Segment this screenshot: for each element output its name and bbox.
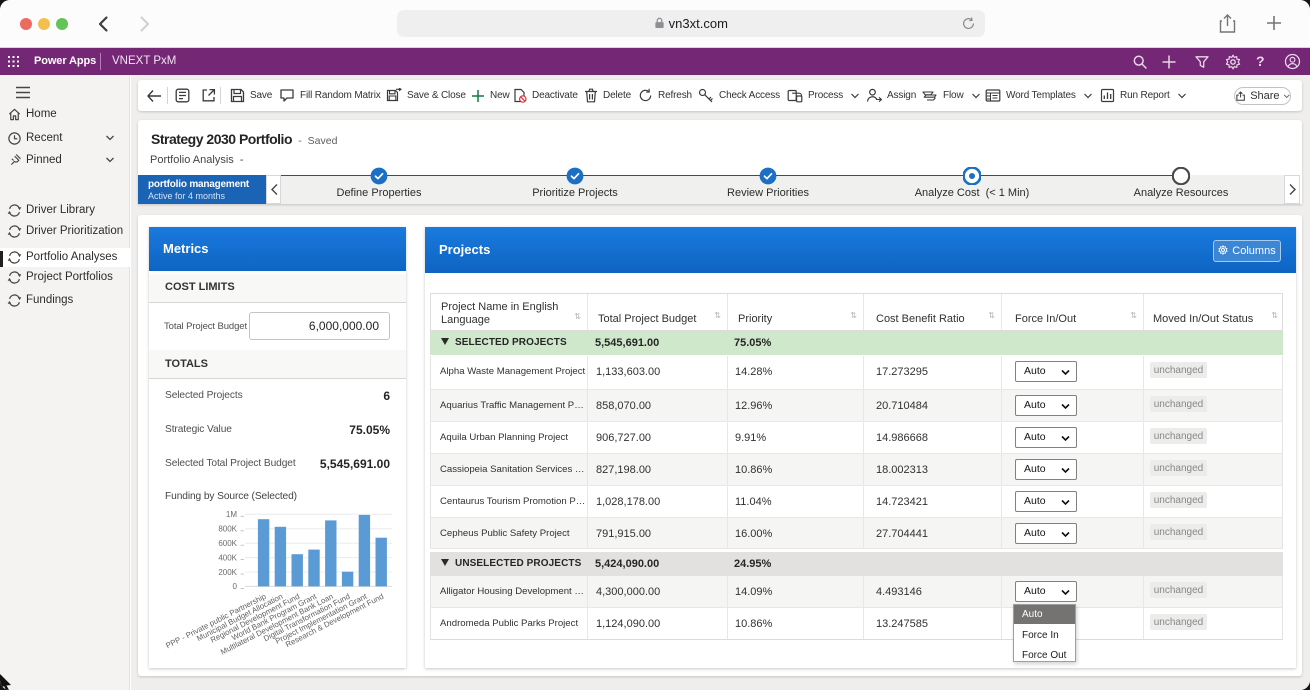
svg-text:200K: 200K — [218, 568, 237, 577]
svg-text:0: 0 — [233, 582, 238, 591]
svg-text:1M: 1M — [226, 510, 237, 519]
svg-text:800K: 800K — [218, 525, 237, 534]
svg-text:600K: 600K — [218, 539, 237, 548]
svg-text:400K: 400K — [218, 553, 237, 562]
